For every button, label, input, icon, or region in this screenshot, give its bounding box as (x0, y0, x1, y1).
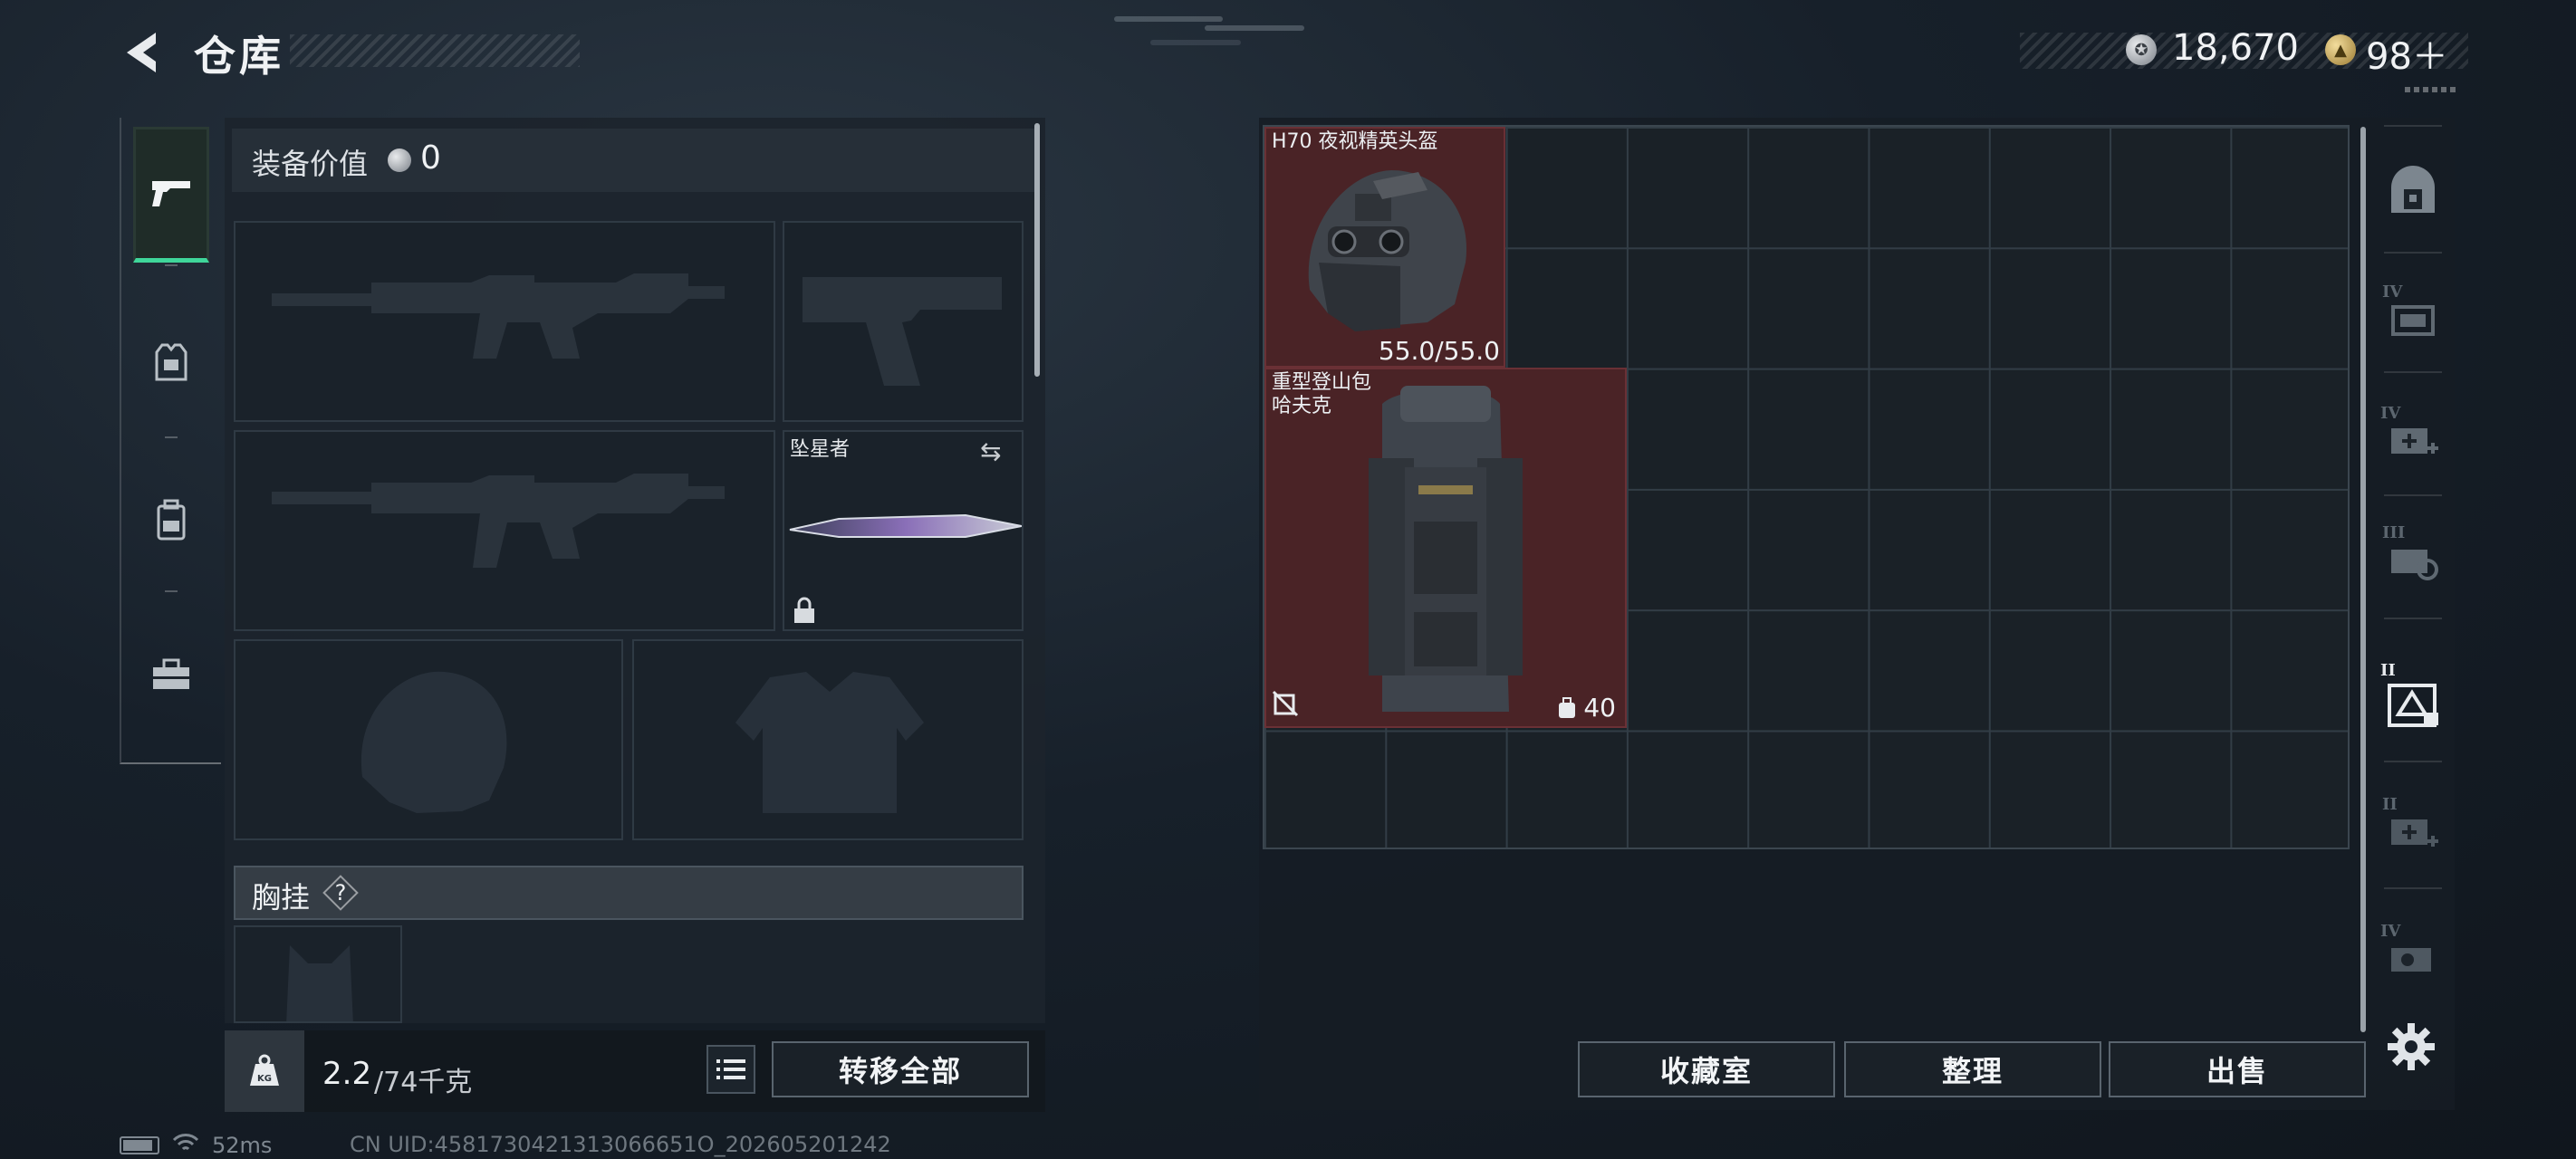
tab-backpack[interactable] (133, 453, 209, 589)
swap-icon[interactable]: ⇆ (980, 436, 1001, 466)
tier-label: IV (2382, 283, 2403, 302)
equip-value: 0 (420, 139, 441, 177)
sidearm-slot[interactable] (783, 221, 1024, 422)
lock-icon (792, 596, 817, 628)
back-arrow-icon (127, 33, 156, 72)
tab-weapons[interactable] (133, 127, 209, 263)
sell-button[interactable]: 出售 (2109, 1041, 2366, 1097)
gold-coin-icon: ▲ (2325, 34, 2356, 65)
collection-room-button[interactable]: 收藏室 (1578, 1041, 1835, 1097)
night-vision-helmet-icon (1308, 170, 1467, 331)
help-icon[interactable]: ? (324, 876, 357, 909)
list-view-button[interactable] (706, 1045, 755, 1094)
heavy-backpack-icon (1369, 386, 1523, 712)
transfer-all-button[interactable]: 转移全部 (772, 1041, 1029, 1097)
rtab-divider (2384, 252, 2442, 254)
chest-rig-slot[interactable] (234, 925, 402, 1023)
list-icon (716, 1059, 745, 1079)
battery-icon (120, 1136, 159, 1154)
helmet-silhouette-icon (360, 671, 507, 813)
equip-value-label: 装备价值 (252, 147, 369, 181)
storage-scrollbar[interactable] (2360, 127, 2366, 1032)
rtab-storage-iv-plus[interactable]: IV (2377, 388, 2449, 487)
svg-text:KG: KG (257, 1074, 272, 1084)
item-durability: 55.0/55.0 (1378, 336, 1500, 366)
background-light-streak (1150, 40, 1241, 45)
background-light-streak (1114, 16, 1223, 22)
safe-box-icon (2391, 166, 2435, 213)
gear-icon (2388, 1023, 2435, 1070)
rtab-storage-iv-extra[interactable]: IV (2377, 905, 2449, 1005)
item-capacity: 40 (1556, 693, 1616, 723)
rtab-storage-ii-locked[interactable]: II (2377, 652, 2449, 752)
weight-kg-icon: KG (225, 1030, 304, 1112)
indicator-dots (2405, 87, 2459, 92)
user-uid: CN UID:4581730421313066651O_202605201242 (350, 1132, 891, 1157)
rtab-storage-ii-plus[interactable]: II (2377, 779, 2449, 878)
pistol-silhouette-icon (803, 277, 1002, 386)
backpack-icon (157, 499, 186, 541)
rtab-divider (2384, 887, 2442, 889)
melee-weapon-name: 坠星者 (790, 438, 851, 461)
settings-button[interactable] (2386, 1021, 2437, 1076)
silver-coin-icon (388, 148, 411, 172)
back-button[interactable] (120, 27, 165, 78)
page-title: 仓库 (194, 32, 284, 81)
rtab-storage-iv[interactable]: IV (2377, 264, 2449, 364)
tier-label: III (2382, 523, 2406, 542)
armor-vest-icon (155, 343, 187, 381)
tier-label: IV (2380, 922, 2401, 941)
storage-item-backpack[interactable]: 重型登山包 哈夫克 40 (1264, 368, 1627, 728)
tier-label: II (2380, 661, 2396, 680)
sort-button[interactable]: 整理 (1844, 1041, 2101, 1097)
secondary-weapon-slot[interactable] (234, 430, 775, 631)
title-decoration (290, 34, 580, 67)
no-trade-icon (1272, 690, 1299, 721)
rtab-divider (2384, 125, 2442, 127)
storage-ii-locked-icon (2388, 684, 2438, 727)
capacity-value: 40 (1583, 693, 1616, 723)
weight-max: /74千克 (374, 1067, 473, 1098)
helmet-slot[interactable] (234, 639, 623, 840)
storage-item-helmet[interactable]: H70 夜视精英头盔 55.0/55.0 (1264, 127, 1505, 368)
tab-divider (165, 590, 178, 592)
silver-amount: 18,670 (2172, 27, 2299, 69)
body-armor-slot[interactable] (632, 639, 1024, 840)
rtab-divider (2384, 371, 2442, 373)
status-bar: 52ms (120, 1132, 272, 1159)
rtab-divider (2384, 494, 2442, 496)
rifle-silhouette-icon (272, 474, 725, 568)
toolbox-icon (153, 658, 189, 689)
weight-current: 2.2 (322, 1056, 372, 1092)
rtab-storage-iii[interactable]: III (2377, 507, 2449, 607)
armor-silhouette-icon (735, 672, 924, 813)
rtab-divider (2384, 618, 2442, 619)
tab-divider (165, 264, 178, 266)
ping-value: 52ms (212, 1133, 273, 1158)
background-light-streak (1205, 25, 1304, 31)
rifle-silhouette-icon (272, 273, 725, 359)
chest-rig-label: 胸挂 (252, 880, 311, 915)
primary-weapon-slot[interactable] (234, 221, 775, 422)
tier-label: II (2382, 795, 2398, 814)
wifi-icon (172, 1132, 199, 1159)
gold-amount[interactable]: 98＋ (2366, 27, 2448, 80)
silver-coin-icon: ✪ (2126, 34, 2157, 65)
pistol-icon (152, 181, 190, 206)
backpack-capacity-icon (1559, 696, 1576, 718)
tier-label: IV (2380, 404, 2401, 423)
rtab-safe-box[interactable] (2377, 143, 2449, 243)
tab-tools[interactable] (133, 607, 209, 742)
loadout-scrollbar[interactable] (1034, 123, 1040, 377)
tab-armor[interactable] (133, 294, 209, 430)
rtab-divider (2384, 761, 2442, 762)
chest-rig-silhouette-icon (286, 945, 353, 1021)
tab-divider (165, 436, 178, 438)
